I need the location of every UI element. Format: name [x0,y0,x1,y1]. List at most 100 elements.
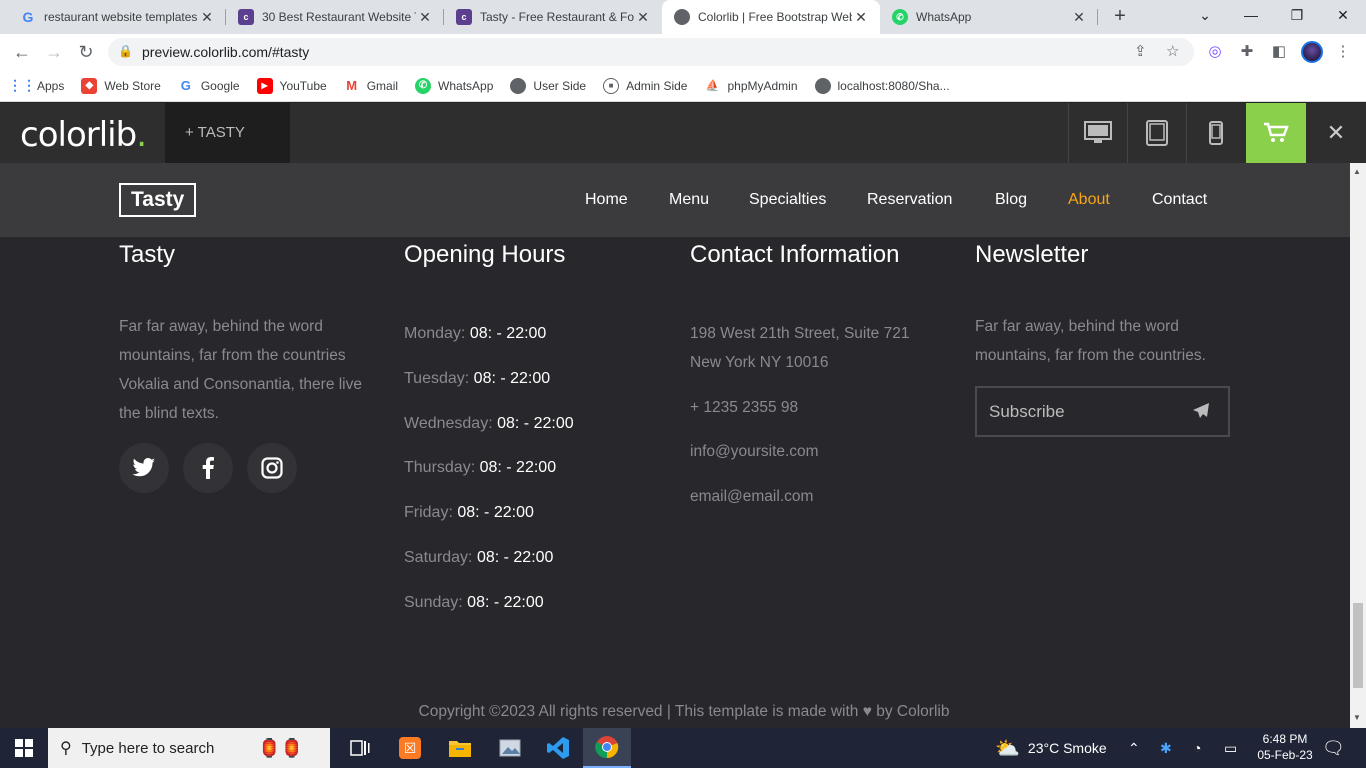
nav-menu[interactable]: Menu [669,191,709,209]
notifications-icon[interactable]: 🗨 [1322,728,1345,768]
browser-tab[interactable]: c Tasty - Free Restaurant & Food ✕ [444,0,662,34]
minimize-button[interactable]: — [1228,0,1274,30]
site-brand-logo[interactable]: Tasty [119,183,197,217]
colorlib-credit-link[interactable]: by Colorlib [876,703,949,720]
subscribe-input[interactable] [989,400,1179,424]
globe-icon [510,77,527,94]
mobile-view-icon[interactable] [1186,103,1245,163]
extensions-puzzle-icon[interactable]: ✚ [1237,42,1257,62]
tray-overflow-icon[interactable]: ⌃ [1128,728,1140,768]
close-tab-icon[interactable]: ✕ [852,9,870,26]
contact-phone-link[interactable]: + 1235 2355 98 [690,399,798,417]
scroll-down-arrow-icon[interactable]: ▼ [1353,713,1361,722]
weather-widget[interactable]: ⛅ 23°C Smoke [995,728,1107,768]
facebook-link[interactable] [183,443,233,493]
close-window-button[interactable]: ✕ [1320,0,1366,30]
browser-tab[interactable]: c 30 Best Restaurant Website Templates ✕ [226,0,444,34]
nav-specialties[interactable]: Specialties [749,191,826,209]
nav-blog[interactable]: Blog [995,191,1027,209]
chrome-taskbar-icon[interactable] [583,728,631,768]
address-bar[interactable]: 🔒 preview.colorlib.com/#tasty ⇪ ☆ [108,38,1194,66]
photos-app-icon[interactable] [486,728,534,768]
bookmark-label: Gmail [366,78,399,93]
instagram-link[interactable] [247,443,297,493]
side-panel-icon[interactable]: ◧ [1269,42,1289,62]
colorlib-logo[interactable]: colorlib. [20,115,147,155]
share-icon[interactable]: ⇪ [1134,42,1147,60]
restore-button[interactable]: ❐ [1274,0,1320,30]
forward-icon[interactable]: → [40,38,68,66]
close-tab-icon[interactable]: ✕ [416,9,434,26]
browser-tab-active[interactable]: Colorlib | Free Bootstrap Web ✕ [662,0,880,34]
wifi-icon[interactable]: ◔ [1193,728,1201,768]
taskbar-clock[interactable]: 6:48 PM 05-Feb-23 [1245,731,1325,763]
bluetooth-icon[interactable]: ✱ [1160,728,1172,768]
whatsapp-icon: ✆ [415,77,432,94]
bookmark-google[interactable]: G Google [178,78,240,94]
close-preview-icon[interactable]: ✕ [1306,103,1366,163]
back-icon[interactable]: ← [8,38,36,66]
scrollbar-thumb[interactable] [1353,603,1363,688]
bookmark-phpmyadmin[interactable]: ⛵ phpMyAdmin [704,78,798,94]
tablet-view-icon[interactable] [1127,103,1186,163]
template-name-tab[interactable]: + TASTY [165,103,290,163]
bookmark-admin-side[interactable]: ■ Admin Side [603,77,687,94]
profile-avatar[interactable] [1301,41,1323,63]
hours-time: 08: - 22:00 [473,370,551,387]
footer-contact-heading: Contact Information [690,241,900,268]
contact-address-line1: 198 West 21th Street, Suite 721 [690,325,910,342]
bookmark-youtube[interactable]: ▶ YouTube [256,77,327,94]
xampp-icon[interactable]: ☒ [386,728,434,768]
reload-icon[interactable]: ↻ [72,38,100,66]
nav-home[interactable]: Home [585,191,628,209]
gmail-icon: M [346,78,358,93]
tab-search-icon[interactable]: ⌄ [1182,0,1228,30]
close-tab-icon[interactable]: ✕ [1070,9,1088,26]
nav-about[interactable]: About [1068,191,1110,209]
vscode-icon[interactable] [534,728,582,768]
browser-tab[interactable]: G restaurant website templates ✕ [8,0,226,34]
tab-title: Colorlib | Free Bootstrap Web [698,10,852,24]
lock-icon: 🔒 [118,44,133,58]
browser-tab-strip: G restaurant website templates ✕ c 30 Be… [0,0,1366,34]
browser-tab[interactable]: ✆ WhatsApp ✕ [880,0,1098,34]
day-label: Sunday: [404,594,463,611]
bookmark-label: User Side [533,78,587,93]
nav-reservation[interactable]: Reservation [867,191,952,209]
chrome-menu-icon[interactable]: ⋮ [1333,42,1353,62]
extension-icon[interactable]: ◎ [1205,42,1225,62]
bookmark-apps[interactable]: ⋮⋮ Apps [8,77,64,94]
hours-row-friday: Friday: 08: - 22:00 [404,504,534,522]
file-explorer-icon[interactable] [436,728,484,768]
scroll-up-arrow-icon[interactable]: ▲ [1353,167,1361,176]
twitter-link[interactable] [119,443,169,493]
close-tab-icon[interactable]: ✕ [634,9,652,26]
close-tab-icon[interactable]: ✕ [198,9,216,26]
task-view-icon[interactable] [336,728,384,768]
bookmark-localhost[interactable]: localhost:8080/Sha... [814,77,950,94]
bookmark-whatsapp[interactable]: ✆ WhatsApp [415,77,493,94]
logo-dot: . [136,115,147,155]
new-tab-button[interactable]: + [1107,4,1133,30]
contact-email-link[interactable]: info@yoursite.com [690,443,819,461]
desktop-view-icon[interactable] [1068,103,1127,163]
bookmark-user-side[interactable]: User Side [510,77,587,94]
url-text[interactable]: preview.colorlib.com/#tasty [142,44,309,60]
contact-email-link[interactable]: email@email.com [690,488,813,506]
taskbar-search-box[interactable]: ⚲ Type here to search 🏮🏮 [48,728,330,768]
copyright-prefix: Copyright ©2023 All rights reserved | Th… [418,703,859,720]
windows-start-button[interactable] [0,728,48,768]
page-scrollbar[interactable]: ▲ ▼ [1350,163,1366,728]
cart-icon[interactable] [1246,103,1306,163]
battery-icon[interactable]: ▭ [1224,728,1237,768]
nav-contact[interactable]: Contact [1152,191,1207,209]
google-icon: G [180,78,191,93]
bookmark-web-store[interactable]: ◆ Web Store [81,77,161,94]
bookmark-star-icon[interactable]: ☆ [1166,42,1179,60]
bookmark-label: YouTube [279,78,327,93]
newsletter-text: Far far away, behind the word mountains,… [975,318,1206,364]
hours-row-sunday: Sunday: 08: - 22:00 [404,594,544,612]
day-label: Saturday: [404,549,473,566]
bookmark-gmail[interactable]: M Gmail [344,78,398,94]
send-icon[interactable] [1192,402,1210,425]
